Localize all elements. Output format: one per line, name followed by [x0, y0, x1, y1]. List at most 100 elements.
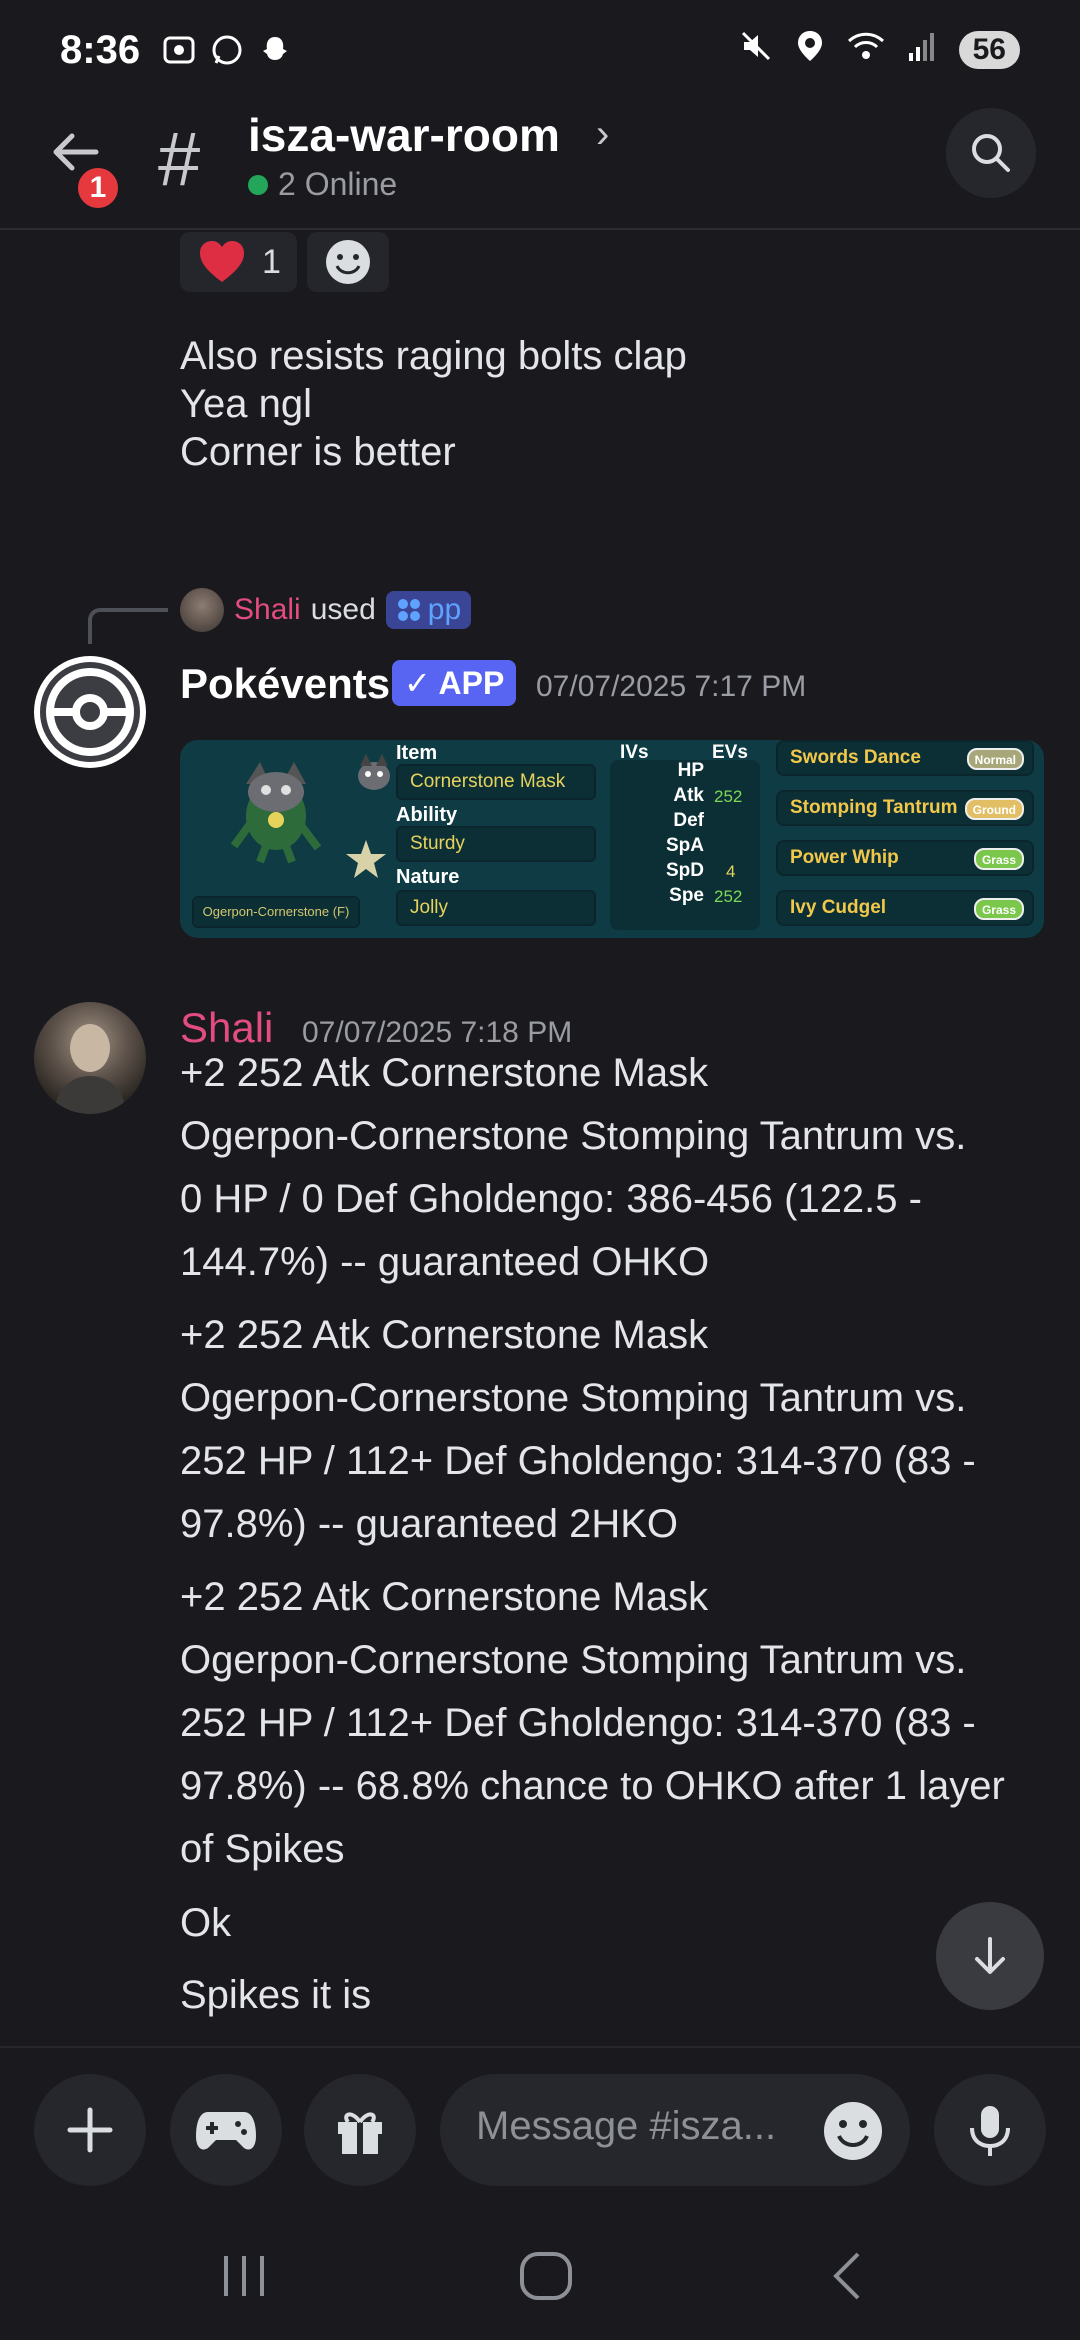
message-placeholder: Message #isza... [476, 2104, 777, 2148]
pokemon-icon-mini [358, 754, 390, 790]
app-command-icon [397, 599, 420, 621]
chevron-right-icon[interactable]: › [596, 112, 609, 157]
move-name: Power Whip [790, 847, 899, 868]
type-badge: Grass [973, 898, 1024, 920]
stat-name: Def [673, 810, 704, 831]
online-status: 2 Online [248, 166, 397, 203]
plus-icon [67, 2107, 113, 2153]
pokemon-sprite [230, 762, 322, 864]
add-attachment-button[interactable] [34, 2074, 146, 2186]
battery-indicator: 56 [958, 31, 1020, 69]
avatar [180, 588, 224, 632]
snapchat-icon [258, 33, 292, 67]
message-text: +2 252 Atk Cornerstone Mask Ogerpon-Corn… [180, 1575, 1005, 1871]
evs-header: EVs [712, 742, 748, 763]
ability-value: Sturdy [396, 826, 596, 862]
message-text: Spikes it is [180, 1973, 372, 2017]
recent-apps-icon[interactable] [214, 2246, 274, 2306]
type-badge: Normal [966, 748, 1024, 770]
pokeball-icon [40, 662, 140, 762]
online-dot [248, 174, 268, 195]
type-badge: Ground [964, 798, 1024, 820]
stat-name: SpD [666, 860, 704, 881]
item-label: Item [396, 742, 438, 764]
user-photo [54, 1024, 126, 1114]
mute-icon [739, 29, 773, 71]
stat-name: HP [677, 760, 704, 781]
reply-username: Shali [234, 593, 301, 626]
system-nav-bar [0, 2206, 1080, 2340]
message-text: Corner is better [180, 430, 456, 474]
location-icon [795, 29, 825, 71]
jump-to-bottom-button[interactable] [936, 1902, 1044, 2010]
smiley-icon [325, 240, 370, 284]
gamepad-icon [196, 2112, 256, 2150]
reactions-row: 1 [180, 232, 389, 292]
message-composer: Message #isza... [0, 2046, 1080, 2206]
arrow-down-icon [975, 1937, 1005, 1974]
wifi-icon [847, 29, 885, 71]
online-count: 2 Online [278, 166, 398, 202]
signal-icon [907, 29, 937, 71]
emoji-picker-icon[interactable] [822, 2100, 884, 2162]
back-nav-icon[interactable] [818, 2246, 878, 2306]
move-name: Ivy Cudgel [790, 897, 887, 918]
message-text: +2 252 Atk Cornerstone Mask Ogerpon-Corn… [180, 1313, 976, 1546]
stat-name: Spe [669, 885, 704, 906]
status-bar: 8:36 56 [0, 0, 1080, 100]
notification-badge: 1 [74, 164, 122, 212]
message-text: +2 252 Atk Cornerstone Mask Ogerpon-Corn… [180, 1051, 967, 1284]
gift-icon [338, 2112, 382, 2154]
item-value: Cornerstone Mask [396, 764, 596, 800]
move-slot: Stomping Tantrum Ground [776, 790, 1034, 826]
screenshot-icon [162, 33, 196, 67]
stat-ev: 252 [714, 787, 743, 806]
message-text: Ok [180, 1901, 232, 1945]
gift-button[interactable] [304, 2074, 416, 2186]
voice-message-button[interactable] [934, 2074, 1046, 2186]
status-time: 8:36 [60, 27, 141, 72]
message-text: Yea ngl [180, 382, 312, 426]
reply-used-label: used [310, 593, 376, 626]
message-timestamp: 07/07/2025 7:17 PM [536, 670, 807, 703]
nature-label: Nature [396, 866, 460, 888]
channel-header: 1 # isza-war-room › 2 Online [0, 100, 1080, 230]
command-chip[interactable]: pp [385, 591, 472, 629]
microphone-icon [970, 2106, 1010, 2156]
home-icon[interactable] [516, 2246, 576, 2306]
nature-value: Jolly [396, 890, 596, 926]
reaction-heart[interactable]: 1 [180, 232, 297, 292]
move-slot: Power Whip Grass [776, 840, 1034, 876]
heart-icon [200, 241, 244, 282]
reply-context[interactable]: Shali used pp [180, 588, 472, 632]
message-input[interactable]: Message #isza... [440, 2074, 910, 2186]
reply-connector [88, 608, 168, 644]
stat-name: Atk [673, 785, 704, 806]
message-text: Also resists raging bolts clap [180, 334, 687, 378]
avatar[interactable] [34, 1002, 146, 1114]
ability-label: Ability [396, 804, 458, 826]
message-list[interactable]: 1 Also resists raging bolts clap Yea ngl… [0, 232, 1080, 2044]
stat-ev: 4 [726, 862, 736, 881]
type-badge: Grass [973, 848, 1024, 870]
app-badge: ✓ APP [392, 660, 517, 706]
whatsapp-icon [210, 33, 244, 67]
move-name: Swords Dance [790, 747, 921, 768]
reaction-count: 1 [262, 242, 281, 281]
channel-hash-icon: # [158, 117, 201, 202]
bot-username[interactable]: Pokévents [180, 660, 390, 708]
add-reaction-button[interactable] [306, 232, 389, 292]
channel-name[interactable]: isza-war-room [248, 108, 560, 162]
stat-name: SpA [666, 835, 704, 856]
move-slot: Ivy Cudgel Grass [776, 890, 1034, 926]
activities-button[interactable] [170, 2074, 282, 2186]
avatar[interactable] [34, 656, 146, 768]
command-name: pp [427, 593, 462, 626]
stat-ev: 252 [714, 887, 743, 906]
move-name: Stomping Tantrum [790, 797, 958, 818]
search-icon [972, 134, 1010, 172]
move-slot: Swords Dance Normal [776, 740, 1034, 776]
tera-type-icon [346, 840, 386, 878]
pokemon-card-image[interactable]: Ogerpon-Cornerstone (F) Item Cornerstone… [180, 740, 1044, 938]
search-button[interactable] [946, 108, 1036, 198]
